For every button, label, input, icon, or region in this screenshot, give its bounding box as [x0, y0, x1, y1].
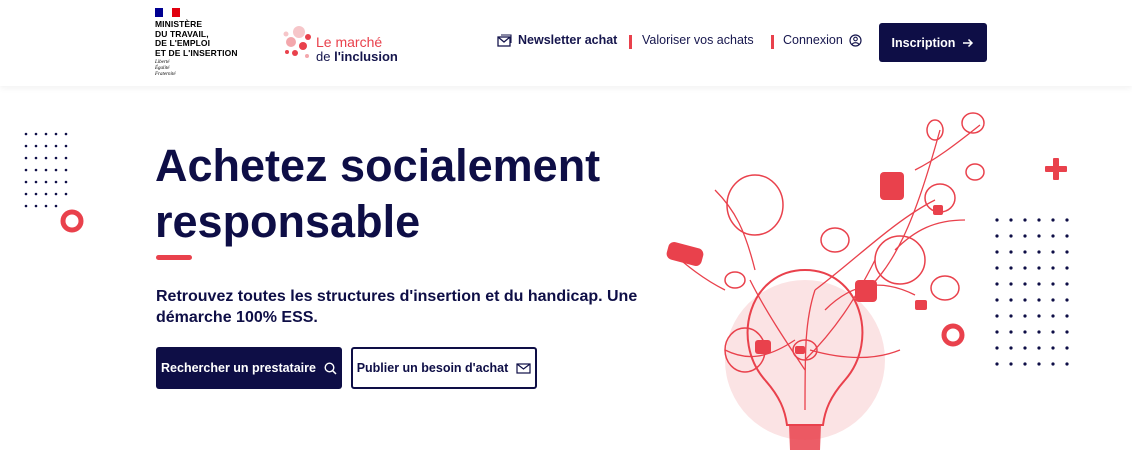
signup-button-label: Inscription — [891, 35, 956, 50]
hero-title: Achetez socialement responsable — [155, 140, 601, 247]
arrow-right-icon — [963, 38, 974, 47]
nav-newsletter-link[interactable]: Newsletter achat — [497, 33, 617, 47]
dot-grid-decoration — [24, 132, 84, 233]
brand-name-line2: de l'inclusion — [316, 49, 398, 64]
brand-logo[interactable]: Le marché de l'inclusion — [282, 24, 412, 64]
brand-dots-icon — [283, 26, 311, 58]
nav-newsletter-label: Newsletter achat — [518, 33, 618, 47]
signup-button[interactable]: Inscription — [879, 23, 987, 62]
nav-connexion-label: Connexion — [783, 33, 843, 47]
nav-valoriser-link[interactable]: Valoriser vos achats — [642, 33, 754, 47]
nav-valoriser-label: Valoriser vos achats — [642, 33, 754, 47]
search-provider-button[interactable]: Rechercher un prestataire — [156, 347, 342, 389]
newsletter-icon — [497, 33, 512, 47]
user-icon — [849, 33, 862, 47]
nav-connexion-link[interactable]: Connexion — [783, 33, 862, 47]
mail-icon — [516, 362, 531, 374]
search-provider-label: Rechercher un prestataire — [161, 361, 316, 375]
hero-subtitle: Retrouvez toutes les structures d'insert… — [156, 288, 638, 326]
nav-separator — [629, 35, 632, 49]
publish-need-label: Publier un besoin d'achat — [356, 361, 509, 375]
nav-separator — [771, 35, 774, 49]
publish-need-button[interactable]: Publier un besoin d'achat — [351, 347, 537, 389]
french-flag-icon — [155, 8, 180, 17]
government-logo[interactable]: MINISTÈRE DU TRAVAIL, DE L'EMPLOI ET DE … — [155, 8, 238, 78]
republic-motto: Liberté Égalité Fraternité — [155, 60, 176, 77]
brand-name-line1: Le marché — [316, 34, 383, 50]
title-underline — [156, 255, 192, 260]
lightbulb-illustration — [666, 112, 1069, 450]
search-icon — [324, 361, 337, 375]
site-header: MINISTÈRE DU TRAVAIL, DE L'EMPLOI ET DE … — [0, 0, 1132, 86]
ministry-name: MINISTÈRE DU TRAVAIL, DE L'EMPLOI ET DE … — [155, 19, 238, 58]
